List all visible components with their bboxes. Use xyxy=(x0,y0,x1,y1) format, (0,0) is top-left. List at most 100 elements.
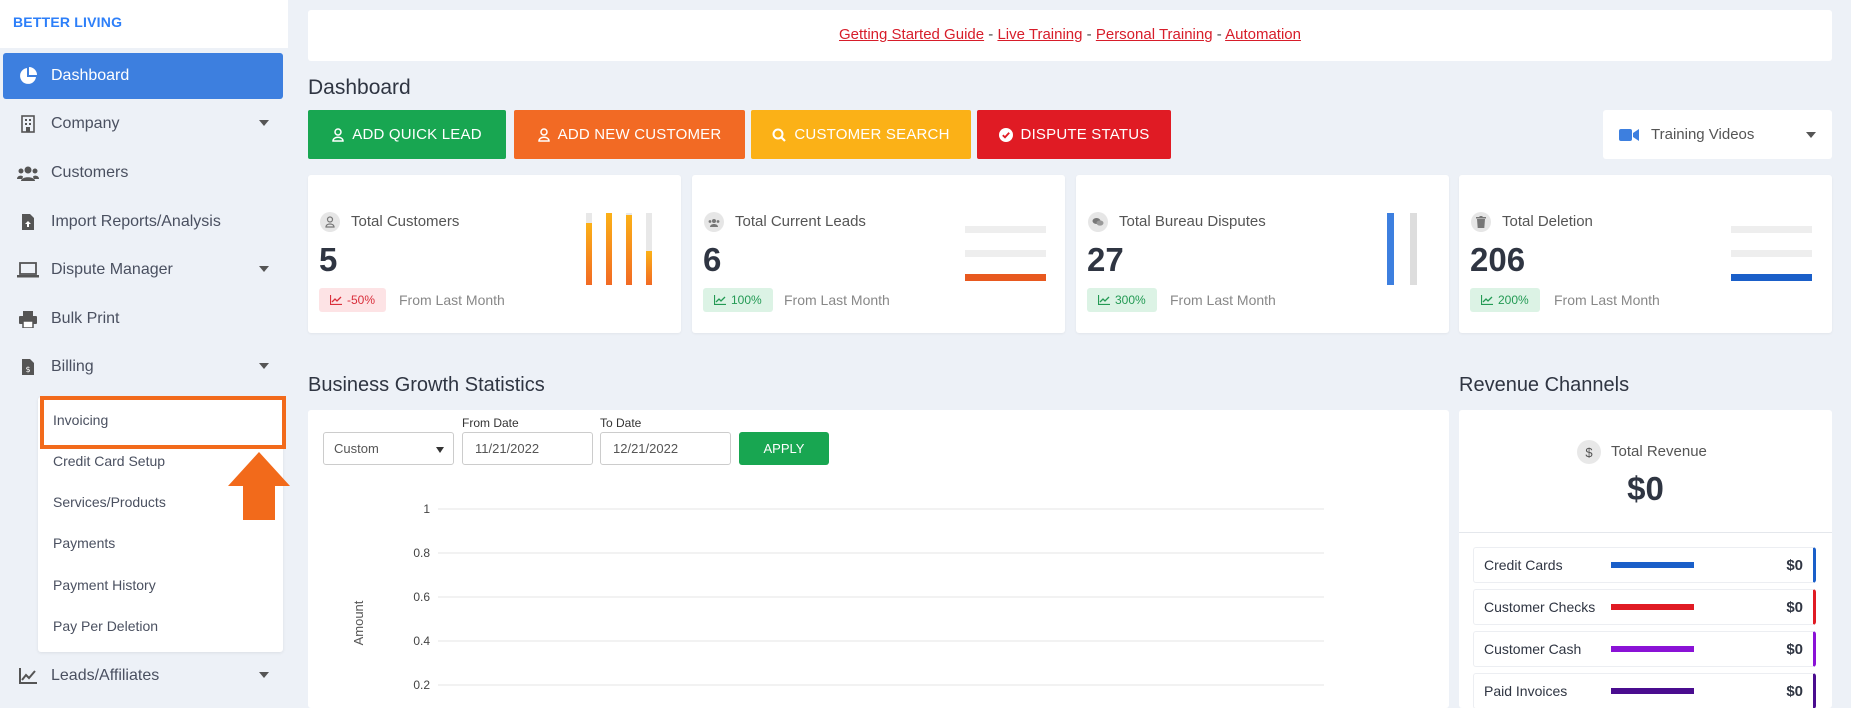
sidebar-item-leads-affiliates[interactable]: Leads/Affiliates xyxy=(3,653,283,699)
button-label: CUSTOMER SEARCH xyxy=(794,126,950,143)
user-icon xyxy=(332,127,345,142)
y-tick-label: 0.6 xyxy=(413,590,430,604)
change-badge: 100% xyxy=(703,288,773,312)
channel-name: Customer Cash xyxy=(1484,641,1582,657)
trend-icon xyxy=(1481,295,1493,305)
link-personal-training[interactable]: Personal Training xyxy=(1096,26,1213,43)
brand-logo[interactable]: BETTER LIVING xyxy=(0,0,288,48)
total-revenue-value: $0 xyxy=(1627,470,1664,507)
y-axis-label: Amount xyxy=(351,600,366,645)
user-icon xyxy=(537,127,550,142)
chat-bubbles-icon xyxy=(1088,212,1108,232)
dropdown-label: Training Videos xyxy=(1651,126,1755,143)
growth-panel: Custom From Date 11/21/2022 To Date 12/2… xyxy=(308,410,1449,708)
divider xyxy=(1459,532,1832,533)
change-value: 300% xyxy=(1115,293,1146,307)
sidebar-item-company[interactable]: Company xyxy=(3,101,283,147)
channel-name: Customer Checks xyxy=(1484,599,1596,615)
dollar-icon: $ xyxy=(1577,440,1601,464)
up-arrow-annotation-icon xyxy=(228,452,290,520)
sidebar-item-customers[interactable]: Customers xyxy=(3,150,283,196)
change-badge: -50% xyxy=(319,288,387,312)
revenue-channel-row: Paid Invoices $0 xyxy=(1473,673,1816,708)
revenue-channel-row: Customer Checks $0 xyxy=(1473,589,1816,625)
total-revenue-label: Total Revenue xyxy=(1611,443,1707,460)
add-new-customer-button[interactable]: ADD NEW CUSTOMER xyxy=(514,110,745,159)
channel-value: $0 xyxy=(1786,598,1803,616)
link-live-training[interactable]: Live Training xyxy=(997,26,1082,43)
y-tick-label: 0.8 xyxy=(413,546,430,560)
sidebar-item-import-reports[interactable]: Import Reports/Analysis xyxy=(3,199,283,245)
dispute-status-button[interactable]: DISPUTE STATUS xyxy=(977,110,1171,159)
y-tick-label: 1 xyxy=(423,502,430,516)
channel-bar xyxy=(1611,562,1694,568)
users-icon xyxy=(17,162,39,184)
trash-icon xyxy=(1471,212,1491,232)
channel-bar xyxy=(1611,688,1694,694)
chevron-down-icon xyxy=(259,672,269,678)
link-automation[interactable]: Automation xyxy=(1225,26,1301,43)
line-chart-icon xyxy=(17,665,39,687)
stat-value: 5 xyxy=(319,241,338,278)
mini-bar-chart xyxy=(586,213,652,285)
user-icon xyxy=(320,212,340,232)
printer-icon xyxy=(17,308,39,330)
growth-chart: 1 0.8 0.6 0.4 0.2 Amount xyxy=(351,502,1324,692)
separator: - xyxy=(1086,26,1092,43)
from-last-month: From Last Month xyxy=(784,292,890,308)
sidebar-item-label: Customers xyxy=(51,164,129,181)
page-title: Dashboard xyxy=(308,76,411,99)
laptop-icon xyxy=(17,259,39,281)
sidebar-item-billing[interactable]: $ Billing xyxy=(3,344,283,390)
submenu-item-services-products[interactable]: Services/Products xyxy=(53,494,166,510)
trend-icon xyxy=(714,295,726,305)
stat-label: Total Bureau Disputes xyxy=(1119,213,1266,230)
stat-label: Total Deletion xyxy=(1502,213,1593,230)
submenu-item-credit-card-setup[interactable]: Credit Card Setup xyxy=(53,453,165,469)
search-icon xyxy=(772,128,787,142)
chevron-down-icon xyxy=(259,266,269,272)
revenue-channel-row: Customer Cash $0 xyxy=(1473,631,1816,667)
from-last-month: From Last Month xyxy=(1554,292,1660,308)
stat-card-total-bureau-disputes: Total Bureau Disputes 27 300% From Last … xyxy=(1076,175,1449,333)
change-value: 100% xyxy=(731,293,762,307)
submenu-item-payment-history[interactable]: Payment History xyxy=(53,577,156,593)
trend-icon xyxy=(330,295,342,305)
submenu-item-payments[interactable]: Payments xyxy=(53,535,115,551)
y-tick-label: 0.2 xyxy=(413,678,430,692)
video-camera-icon xyxy=(1619,128,1639,141)
change-badge: 300% xyxy=(1087,288,1157,312)
sidebar-item-dispute-manager[interactable]: Dispute Manager xyxy=(3,247,283,293)
add-quick-lead-button[interactable]: ADD QUICK LEAD xyxy=(308,110,506,159)
sidebar-item-label: Import Reports/Analysis xyxy=(51,213,221,230)
stat-card-total-customers: Total Customers 5 -50% From Last Month xyxy=(308,175,681,333)
growth-section-title: Business Growth Statistics xyxy=(308,374,545,396)
sidebar-item-label: Leads/Affiliates xyxy=(51,667,160,684)
users-icon xyxy=(704,212,724,232)
channel-value: $0 xyxy=(1786,682,1803,700)
building-icon xyxy=(17,113,39,135)
channel-name: Paid Invoices xyxy=(1484,683,1568,699)
change-value: 200% xyxy=(1498,293,1529,307)
channel-value: $0 xyxy=(1786,640,1803,658)
channel-value: $0 xyxy=(1786,556,1803,574)
sidebar-item-bulk-print[interactable]: Bulk Print xyxy=(3,296,283,342)
stat-card-total-deletion: Total Deletion 206 200% From Last Month xyxy=(1459,175,1832,333)
sidebar-item-dashboard[interactable]: Dashboard xyxy=(3,53,283,99)
stat-value: 27 xyxy=(1087,241,1124,278)
chevron-down-icon xyxy=(1806,132,1816,138)
stat-label: Total Customers xyxy=(351,213,460,230)
mini-bar-chart xyxy=(1387,213,1417,285)
submenu-item-pay-per-deletion[interactable]: Pay Per Deletion xyxy=(53,618,158,634)
sidebar-item-label: Bulk Print xyxy=(51,310,120,327)
help-links-bar: Getting Started Guide - Live Training - … xyxy=(308,10,1832,61)
stat-label: Total Current Leads xyxy=(735,213,866,230)
training-videos-dropdown[interactable]: Training Videos xyxy=(1603,110,1832,159)
button-label: ADD QUICK LEAD xyxy=(352,126,482,143)
check-circle-icon xyxy=(998,127,1013,142)
sidebar-item-label: Billing xyxy=(51,358,94,375)
separator: - xyxy=(1216,26,1222,43)
revenue-channel-row: Credit Cards $0 xyxy=(1473,547,1816,583)
customer-search-button[interactable]: CUSTOMER SEARCH xyxy=(751,110,971,159)
link-getting-started[interactable]: Getting Started Guide xyxy=(839,26,984,43)
